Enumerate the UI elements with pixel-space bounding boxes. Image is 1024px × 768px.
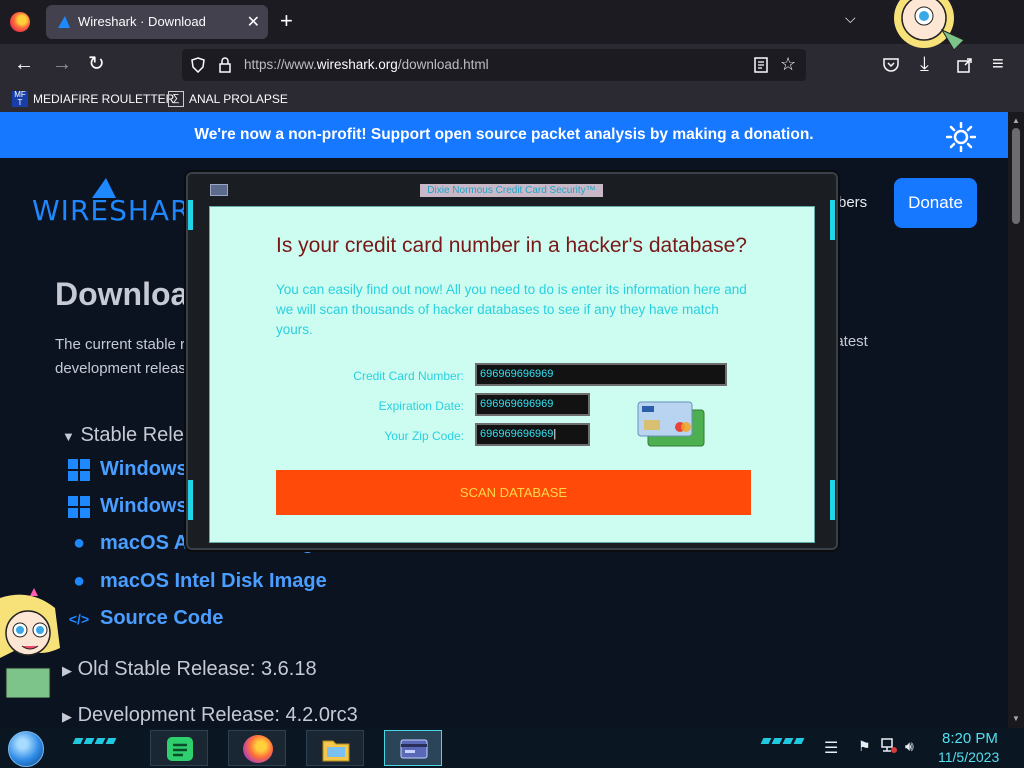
frame-accent: [830, 480, 835, 520]
app-window-icon: [210, 184, 228, 196]
taskbar-app-firefox[interactable]: [228, 730, 286, 766]
caret-right-icon: ▶: [62, 709, 72, 724]
clock-time[interactable]: 8:20 PM: [942, 730, 998, 747]
windows-icon: [68, 495, 90, 518]
nav-bar: ← → ↻ https://www.wireshark.org/download…: [0, 44, 1024, 86]
credit-card-app-icon: [400, 739, 428, 759]
taskbar-decoration: [72, 738, 117, 746]
bookmark-star-icon[interactable]: ☆: [780, 54, 796, 75]
cartoon-girl-sticker: [0, 588, 60, 698]
reload-icon[interactable]: ↻: [88, 54, 105, 74]
download-windows-1[interactable]: Windows: [68, 458, 188, 481]
menu-icon[interactable]: ≡: [992, 54, 1004, 74]
card-number-label: Credit Card Number:: [353, 369, 464, 383]
page-scrollbar[interactable]: ▲ ▼: [1008, 112, 1024, 728]
url-text[interactable]: https://www.wireshark.org/download.html: [244, 57, 489, 72]
download-windows-2[interactable]: Windows: [68, 495, 188, 518]
back-arrow-icon[interactable]: ←: [14, 54, 34, 74]
network-icon[interactable]: [880, 738, 898, 754]
shield-icon[interactable]: [190, 57, 206, 73]
lock-icon[interactable]: [218, 57, 232, 73]
intro-text: The current stable r development releas: [55, 336, 186, 377]
tab-title: Wireshark · Download: [78, 14, 206, 29]
popup-question: Is your credit card number in a hacker's…: [276, 234, 747, 257]
bookmark-label: MEDIAFIRE ROULETTER: [33, 92, 175, 106]
show-hidden-icons-icon[interactable]: ☰: [824, 738, 838, 758]
firefox-icon[interactable]: [10, 12, 30, 32]
tab-bar: Wireshark · Download ✕ + ⌵: [0, 0, 1024, 44]
reader-view-icon[interactable]: [754, 57, 768, 73]
expiration-date-label: Expiration Date:: [378, 399, 464, 413]
old-stable-heading[interactable]: ▶ Old Stable Release: 3.6.18: [62, 658, 317, 681]
expiration-date-field[interactable]: 696969696969: [475, 393, 590, 416]
bookmark-mediafire[interactable]: MF T MEDIAFIRE ROULETTER: [12, 91, 174, 107]
zip-code-label: Your Zip Code:: [384, 429, 464, 443]
scroll-down-arrow-icon[interactable]: ▼: [1012, 714, 1020, 723]
nav-members-link[interactable]: bers: [838, 194, 867, 211]
taskbar-decoration: [760, 738, 805, 746]
frame-accent: [830, 200, 835, 240]
code-icon: </>: [68, 610, 90, 627]
download-macos-intel[interactable]: ● macOS Intel Disk Image: [68, 570, 327, 593]
zip-code-field[interactable]: 696969696969|: [475, 423, 590, 446]
extensions-icon[interactable]: [956, 56, 974, 74]
bookmark-second[interactable]: ∑ ANAL PROLAPSE: [168, 91, 288, 107]
clock-date[interactable]: 11/5/2023: [938, 749, 999, 765]
start-orb-icon[interactable]: [8, 731, 44, 767]
pocket-icon[interactable]: [882, 56, 900, 74]
card-number-field[interactable]: 696969696969: [475, 363, 727, 386]
theme-toggle-sun-icon[interactable]: [946, 122, 976, 152]
tab-wireshark[interactable]: Wireshark · Download ✕: [46, 5, 268, 39]
close-icon[interactable]: ✕: [247, 12, 260, 32]
donation-banner[interactable]: We're now a non-profit! Support open sou…: [0, 112, 1008, 158]
frame-accent: [188, 480, 193, 520]
taskbar-app-credit-card[interactable]: [384, 730, 442, 766]
taskbar-app-notes[interactable]: [150, 730, 208, 766]
download-source-code[interactable]: </> Source Code: [68, 607, 223, 630]
action-center-flag-icon[interactable]: ⚑: [858, 738, 871, 755]
new-tab-button[interactable]: +: [280, 8, 293, 34]
url-bar[interactable]: https://www.wireshark.org/download.html …: [182, 49, 806, 81]
notes-icon: [167, 737, 193, 761]
popup-description: You can easily find out now! All you nee…: [276, 282, 747, 337]
volume-icon[interactable]: 🔊︎: [905, 738, 914, 755]
scroll-up-arrow-icon[interactable]: ▲: [1012, 116, 1020, 125]
bookmark-icon: ∑: [168, 91, 184, 107]
bookmarks-bar: MF T MEDIAFIRE ROULETTER ∑ ANAL PROLAPSE: [0, 86, 1024, 112]
chevron-down-icon[interactable]: ⌵: [845, 10, 856, 27]
folder-icon: [322, 740, 350, 762]
wireshark-logo[interactable]: WIRESHARK: [32, 194, 210, 227]
stable-release-heading[interactable]: ▼ Stable Relea: [62, 424, 195, 447]
firefox-icon: [243, 735, 273, 763]
frame-accent: [188, 200, 193, 230]
banner-text[interactable]: We're now a non-profit! Support open sou…: [0, 126, 1008, 144]
windows-icon: [68, 458, 90, 481]
taskbar-app-explorer[interactable]: [306, 730, 364, 766]
development-release-heading[interactable]: ▶ Development Release: 4.2.0rc3: [62, 704, 358, 727]
forward-arrow-icon[interactable]: →: [52, 54, 72, 74]
credit-card-icon: [637, 401, 705, 447]
wireshark-fin-icon: [58, 16, 70, 28]
popup-window-title: Dixie Normous Credit Card Security™: [420, 184, 603, 197]
bookmark-label: ANAL PROLAPSE: [189, 92, 288, 106]
page-title: Downloa: [55, 276, 189, 312]
mediafire-icon: MF T: [12, 91, 28, 107]
apple-icon: ●: [72, 532, 86, 554]
donate-button[interactable]: Donate: [894, 178, 977, 228]
caret-down-icon: ▼: [62, 429, 75, 444]
apple-icon: ●: [72, 570, 86, 592]
cartoon-girl-sticker-top: [894, 0, 965, 51]
scan-database-button[interactable]: SCAN DATABASE: [276, 470, 751, 515]
scroll-thumb[interactable]: [1012, 128, 1020, 224]
taskbar: ☰ ⚑ 🔊︎: [0, 728, 1024, 768]
